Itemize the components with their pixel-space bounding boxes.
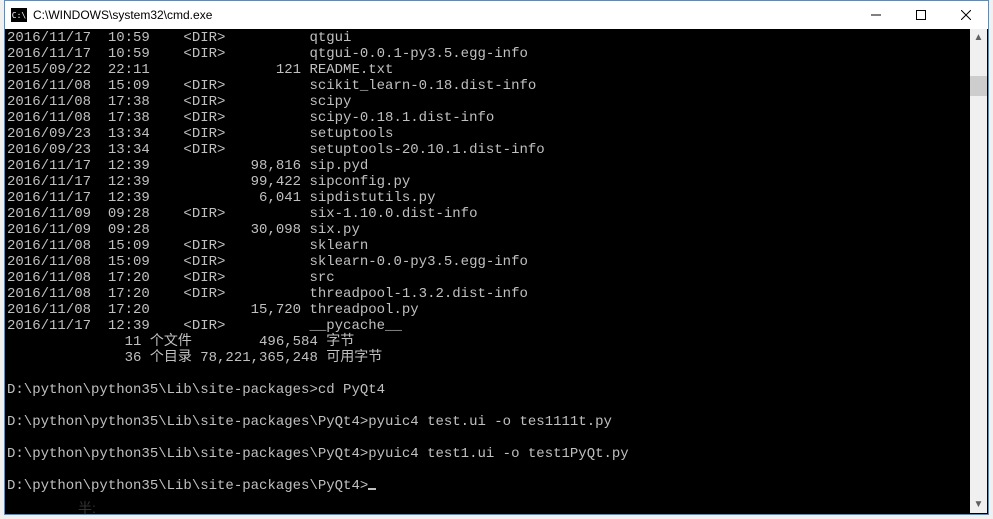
titlebar[interactable]: C:\ C:\WINDOWS\system32\cmd.exe (5, 1, 988, 29)
dir-entry: 2016/11/08 17:38 <DIR> scipy (7, 94, 988, 110)
dir-entry: 2016/11/17 10:59 <DIR> qtgui-0.0.1-py3.5… (7, 46, 988, 62)
prompt-line: D:\python\python35\Lib\site-packages\PyQ… (7, 414, 988, 430)
prompt-line: D:\python\python35\Lib\site-packages>cd … (7, 382, 988, 398)
scroll-down-arrow[interactable]: ▼ (970, 496, 987, 513)
scroll-up-arrow[interactable]: ▲ (970, 29, 987, 46)
vertical-scrollbar[interactable]: ▲ ▼ (970, 29, 987, 513)
maximize-button[interactable] (898, 1, 943, 29)
cmd-window: C:\ C:\WINDOWS\system32\cmd.exe 2016/11/… (4, 0, 989, 515)
blank-line (7, 366, 988, 382)
dir-entry: 2016/11/08 17:20 <DIR> src (7, 270, 988, 286)
scroll-thumb[interactable] (970, 76, 987, 96)
dir-entry: 2015/09/22 22:11 121 README.txt (7, 62, 988, 78)
terminal-area[interactable]: 2016/11/17 10:59 <DIR> qtgui2016/11/17 1… (5, 29, 988, 514)
dir-entry: 2016/11/17 12:39 99,422 sipconfig.py (7, 174, 988, 190)
dir-entry: 2016/09/23 13:34 <DIR> setuptools-20.10.… (7, 142, 988, 158)
dir-entry: 2016/11/17 10:59 <DIR> qtgui (7, 30, 988, 46)
dir-entry: 2016/11/17 12:39 <DIR> __pycache__ (7, 318, 988, 334)
dir-entry: 2016/09/23 13:34 <DIR> setuptools (7, 126, 988, 142)
dir-entry: 2016/11/08 15:09 <DIR> sklearn (7, 238, 988, 254)
dir-entry: 2016/11/08 17:20 <DIR> threadpool-1.3.2.… (7, 286, 988, 302)
minimize-button[interactable] (853, 1, 898, 29)
cmd-icon: C:\ (11, 8, 27, 22)
dir-summary: 36 个目录 78,221,365,248 可用字节 (7, 350, 988, 366)
ime-indicator: 半: (78, 498, 96, 518)
dir-entry: 2016/11/09 09:28 <DIR> six-1.10.0.dist-i… (7, 206, 988, 222)
prompt-line: D:\python\python35\Lib\site-packages\PyQ… (7, 446, 988, 462)
blank-line (7, 462, 988, 478)
window-title: C:\WINDOWS\system32\cmd.exe (33, 8, 853, 22)
dir-entry: 2016/11/08 17:38 <DIR> scipy-0.18.1.dist… (7, 110, 988, 126)
prompt-line: D:\python\python35\Lib\site-packages\PyQ… (7, 478, 988, 494)
scroll-track[interactable] (970, 46, 987, 496)
close-button[interactable] (943, 1, 988, 29)
dir-entry: 2016/11/08 15:09 <DIR> sklearn-0.0-py3.5… (7, 254, 988, 270)
dir-summary: 11 个文件 496,584 字节 (7, 334, 988, 350)
dir-entry: 2016/11/08 17:20 15,720 threadpool.py (7, 302, 988, 318)
blank-line (7, 398, 988, 414)
dir-entry: 2016/11/09 09:28 30,098 six.py (7, 222, 988, 238)
cursor (368, 488, 376, 490)
blank-line (7, 430, 988, 446)
dir-entry: 2016/11/08 15:09 <DIR> scikit_learn-0.18… (7, 78, 988, 94)
dir-entry: 2016/11/17 12:39 6,041 sipdistutils.py (7, 190, 988, 206)
dir-entry: 2016/11/17 12:39 98,816 sip.pyd (7, 158, 988, 174)
